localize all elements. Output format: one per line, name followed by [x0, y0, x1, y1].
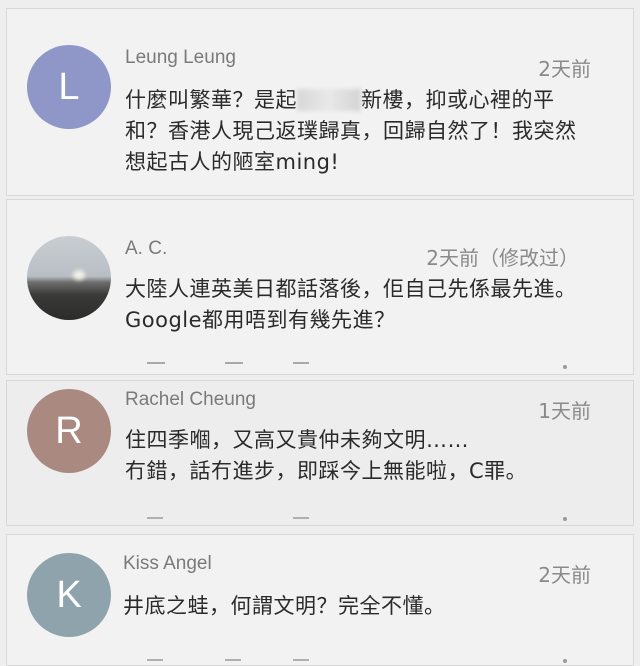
- landscape-photo-avatar[interactable]: [27, 236, 111, 320]
- like-icon[interactable]: [147, 517, 163, 519]
- comment-text-part: 什麼叫繁華？是起: [125, 88, 297, 112]
- avatar[interactable]: L: [27, 45, 111, 129]
- comment-card: K Kiss Angel 2天前 井底之蛙，何謂文明？完全不懂。: [6, 534, 634, 666]
- dislike-icon[interactable]: [225, 362, 243, 367]
- author-name[interactable]: Rachel Cheung: [125, 389, 256, 411]
- comment-line: 冇錯，話冇進步，即踩今上無能啦，C罪。: [125, 459, 528, 483]
- sun-reflection-icon: [73, 270, 85, 280]
- comment-text: 什麼叫繁華？是起 新樓，抑或心裡的平和？香港人現己返璞歸真，回歸自然了！我突然想起…: [125, 85, 593, 178]
- reply-icon[interactable]: [293, 517, 309, 519]
- avatar[interactable]: K: [27, 553, 111, 637]
- avatar-letter: R: [55, 409, 83, 452]
- reply-icon[interactable]: [293, 659, 309, 661]
- like-icon[interactable]: [147, 362, 165, 367]
- comment-line: 住四季嗰，又高又貴仲未夠文明……: [125, 428, 469, 452]
- timestamp: 2天前: [538, 563, 591, 587]
- timestamp: 2天前: [538, 57, 591, 81]
- comment-text: 住四季嗰，又高又貴仲未夠文明…… 冇錯，話冇進步，即踩今上無能啦，C罪。: [125, 425, 593, 487]
- comment-card: L Leung Leung 2天前 什麼叫繁華？是起 新樓，抑或心裡的平和？香港人…: [6, 8, 634, 196]
- comment-card: A. C. 2天前（修改过） 大陸人連英美日都話落後，佢自己先係最先進。Goog…: [6, 199, 634, 375]
- avatar-letter: L: [58, 65, 80, 108]
- avatar-letter: K: [56, 573, 82, 616]
- redacted-blur: [297, 89, 361, 111]
- author-name[interactable]: Leung Leung: [125, 47, 236, 69]
- like-icon[interactable]: [147, 659, 163, 661]
- comment-card: R Rachel Cheung 1天前 住四季嗰，又高又貴仲未夠文明…… 冇錯，…: [6, 380, 634, 526]
- comment-text: 井底之蛙，何謂文明？完全不懂。: [123, 594, 446, 618]
- avatar[interactable]: R: [27, 389, 111, 473]
- reply-icon[interactable]: [293, 362, 309, 367]
- timestamp: 2天前（修改过）: [426, 246, 579, 270]
- timestamp: 1天前: [538, 399, 591, 423]
- comment-text: 大陸人連英美日都話落後，佢自己先係最先進。Google都用唔到有幾先進？: [125, 277, 577, 332]
- author-name[interactable]: Kiss Angel: [123, 553, 212, 575]
- more-options-icon[interactable]: [563, 365, 567, 369]
- more-options-icon[interactable]: [563, 659, 567, 663]
- author-name[interactable]: A. C.: [125, 238, 167, 260]
- dislike-icon[interactable]: [225, 659, 241, 661]
- more-options-icon[interactable]: [563, 517, 567, 521]
